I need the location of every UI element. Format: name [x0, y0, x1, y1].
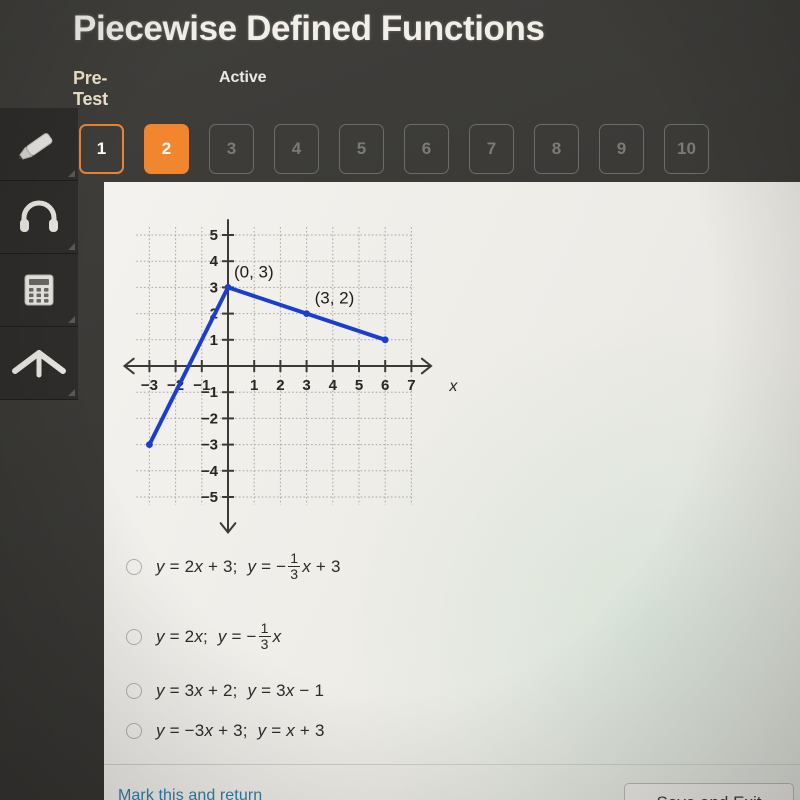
answer-option-a[interactable]: y = 2x + 3; y = −1 3 x + 3 [118, 550, 678, 584]
y-tick-label: 1 [210, 332, 218, 349]
pager-button-label: 1 [96, 139, 107, 158]
answer-option-text: y = 2 x; y = −1 3 x [156, 620, 282, 652]
radio-button-a[interactable] [126, 559, 142, 575]
x-tick-label: 5 [355, 377, 363, 394]
y-tick-label: −4 [201, 463, 219, 480]
x-tick-label: −3 [141, 377, 158, 394]
page-title: Piecewise Defined Functions [73, 9, 545, 48]
answer-option-c[interactable]: y = 3x + 2; y = 3x − 1 [118, 674, 678, 708]
highlighter-tool[interactable] [0, 108, 78, 181]
pager-button-label: 6 [421, 139, 432, 158]
pager-button-label: 3 [226, 139, 237, 158]
y-tick-label: −3 [201, 437, 218, 454]
graph-point [381, 336, 389, 344]
pencil-icon [16, 124, 62, 164]
chevron-up-icon [11, 345, 67, 381]
answer-option-d[interactable]: y = −3 x + 3; y = x + 3 [118, 714, 678, 748]
x-tick-label: 7 [407, 377, 415, 394]
y-tick-label: −2 [201, 410, 218, 427]
graph-point [303, 310, 310, 317]
x-axis-label: x [448, 378, 458, 395]
pager-button-label: 2 [161, 139, 172, 158]
question-content: −3 −2 −1 1 2 3 4 5 6 7 5 4 3 2 1 −1 −2 −3 −4 −5 x (0, 3) (3, 2… [104, 182, 800, 800]
pager-button-label: 8 [551, 139, 562, 158]
collapse-tool[interactable] [0, 327, 78, 400]
screenshot-root: Piecewise Defined Functions Pre-Test Act… [0, 0, 800, 800]
pager-button-9: 9 [599, 124, 644, 174]
pager-button-1[interactable]: 1 [79, 124, 124, 174]
pager-button-label: 9 [616, 139, 627, 158]
pager-button-5: 5 [339, 124, 384, 174]
footer-divider [104, 764, 800, 765]
calculator-icon [18, 270, 60, 310]
pager-button-2[interactable]: 2 [144, 124, 189, 174]
status-badge: Active [219, 69, 267, 86]
y-tick-label: −1 [201, 384, 218, 401]
answer-option-text: y = 2x + 3; y = −1 3 x + 3 [156, 550, 341, 582]
x-tick-label: 2 [276, 377, 284, 394]
y-tick-label: 4 [210, 253, 219, 270]
answer-option-text: y = 3x + 2; y = 3x − 1 [156, 681, 325, 700]
headphones-icon [16, 197, 62, 237]
point-annotation: (3, 2) [315, 289, 355, 308]
audio-tool[interactable] [0, 181, 78, 254]
graph-point [224, 284, 232, 291]
pager-button-10: 10 [664, 124, 709, 174]
x-tick-label: 3 [302, 377, 310, 394]
x-tick-label: 1 [250, 377, 258, 394]
pager-button-4: 4 [274, 124, 319, 174]
assessment-header: Piecewise Defined Functions Pre-Test Act… [0, 0, 800, 182]
pager-button-label: 10 [677, 139, 696, 158]
calculator-tool[interactable] [0, 254, 78, 327]
y-tick-label: −5 [201, 489, 218, 506]
answer-option-text: y = −3 x + 3; y = x + 3 [156, 721, 325, 740]
radio-button-c[interactable] [126, 683, 142, 699]
save-and-exit-button[interactable]: Save and Exit [624, 783, 794, 800]
graph-svg: −3 −2 −1 1 2 3 4 5 6 754321−1−2−3−4−5x(0, 3)(3, 2… [122, 219, 458, 534]
pager-button-6: 6 [404, 124, 449, 174]
pager-button-label: 5 [356, 139, 367, 158]
x-tick-label: 4 [329, 377, 338, 394]
pager-button-3: 3 [209, 124, 254, 174]
y-tick-label: 3 [210, 279, 218, 296]
function-graph: −3 −2 −1 1 2 3 4 5 6 7 5 4 3 2 1 −1 −2 −3 −4 −5 x (0, 3) (3, 2… [104, 182, 504, 550]
answer-options: y = 2x + 3; y = −1 3 x + 3 y = 2 x; y = −1 3 x… [118, 550, 678, 748]
radio-button-b[interactable] [126, 629, 142, 645]
answer-option-b[interactable]: y = 2 x; y = −1 3 x [118, 620, 678, 654]
mark-this-and-return-link[interactable]: Mark this and return [118, 787, 262, 800]
x-tick-label: 6 [381, 377, 389, 394]
tools-sidebar [0, 108, 78, 400]
point-annotation: (0, 3) [234, 262, 274, 281]
graph-point [146, 441, 153, 448]
assessment-type-label: Pre-Test [73, 68, 108, 109]
pager-button-8: 8 [534, 124, 579, 174]
pager-button-label: 7 [486, 139, 497, 158]
pager-button-label: 4 [291, 139, 302, 158]
fraction: 13 [258, 620, 271, 652]
radio-button-d[interactable] [126, 723, 142, 739]
y-tick-label: 5 [210, 227, 218, 244]
fraction: 13 [288, 550, 301, 582]
pager-button-7: 7 [469, 124, 514, 174]
question-pager: 1 2 3 4 5 6 7 8 9 10 [79, 124, 729, 174]
